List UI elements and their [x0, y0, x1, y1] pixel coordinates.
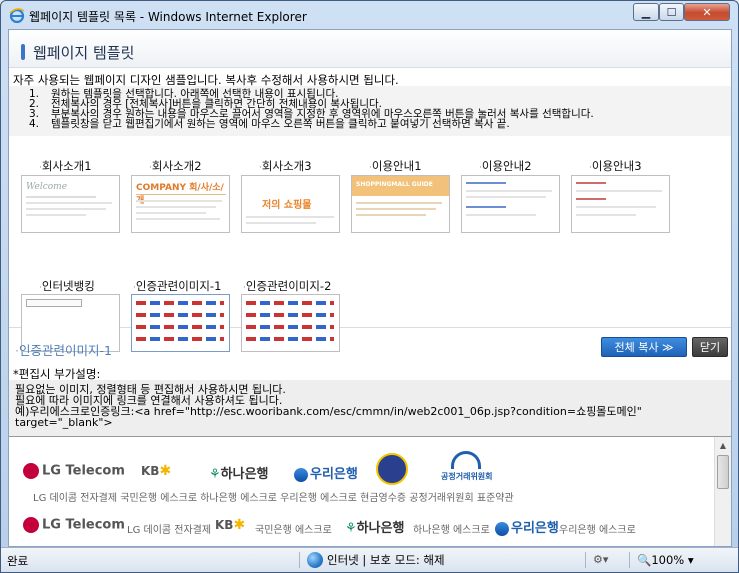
status-divider [585, 552, 586, 568]
step-4: 4. 템플릿창을 닫고 웹편집기에서 원하는 영역에 마우스 오른쪽 버튼을 클릭… [29, 118, 510, 130]
selected-template-title: ·인증관련이미지-1 [15, 343, 112, 358]
template-label[interactable]: ·인증관련이미지-1 [133, 278, 221, 294]
template-label[interactable]: ·이용안내3 [589, 158, 642, 174]
template-thumbnail[interactable]: COMPANY 회/사/소/개 [131, 175, 230, 233]
selected-template-name: 인증관련이미지-1 [18, 343, 112, 358]
memo-line: target="_blank"> [15, 416, 113, 429]
page-header: 웹페이지 템플릿 [9, 30, 731, 68]
template-label[interactable]: ·인증관련이미지-2 [243, 278, 331, 294]
memo-box: 필요없는 이미지, 정렬형태 등 편집해서 사용하시면 됩니다. 필요에 따라 … [9, 380, 731, 436]
lg-telecom-logo: LG Telecom [23, 463, 125, 479]
woori-bank-logo: 우리은행 [495, 517, 559, 536]
thumbnail-heading: COMPANY 회/사/소/개 [136, 183, 224, 206]
kb-logo: KB✱ [141, 463, 172, 479]
thumbnail-heading: SHOPPINGMALL GUIDE [356, 181, 433, 188]
zoom-value: 100% [651, 553, 685, 567]
scroll-up-icon[interactable]: ▲ [715, 437, 731, 453]
status-text: 완료 [7, 554, 29, 568]
window-title: 웹페이지 템플릿 목록 - Windows Internet Explorer [29, 10, 307, 24]
template-preview[interactable]: LG Telecom KB✱ ⚘하나은행 우리은행 공정거래위원회 LG 데이콤… [9, 436, 731, 546]
template-gallery: ·회사소개1 ·회사소개2 ·회사소개3 ·이용안내1 ·이용안내2 ·이용안내… [9, 136, 731, 352]
internet-explorer-icon [9, 8, 25, 23]
template-thumbnail[interactable]: SHOPPINGMALL GUIDE [351, 175, 450, 233]
zone-text: 인터넷 | 보호 모드: 해제 [327, 553, 445, 567]
hana-bank-logo: ⚘하나은행 [345, 521, 405, 536]
maximize-button[interactable]: ☐ [659, 3, 684, 21]
protected-mode-icon[interactable]: ⚙▾ [593, 553, 608, 566]
template-label[interactable]: ·이용안내1 [369, 158, 422, 174]
status-divider [299, 552, 300, 568]
template-label[interactable]: ·회사소개3 [259, 158, 312, 174]
template-thumbnail[interactable] [571, 175, 670, 233]
page-title: 웹페이지 템플릿 [33, 44, 135, 62]
minimize-button[interactable]: ▁ [633, 3, 659, 21]
template-thumbnail[interactable]: 저의 쇼핑몰 [241, 175, 340, 233]
instruction-steps: 1. 원하는 템플릿을 선택합니다. 아래쪽에 선택한 내용이 표시됩니다. 2.… [9, 86, 731, 136]
template-thumbnail-selected[interactable] [131, 294, 230, 352]
status-divider [629, 552, 630, 568]
logo-caption-row: LG 데이콤 전자결제 국민은행 에스크로 하나은행 에스크로 우리은행 에스크… [33, 493, 514, 504]
template-thumbnail[interactable] [461, 175, 560, 233]
fair-trade-logo: 공정거래위원회 [441, 472, 493, 481]
double-chevron-right-icon: ≫ [661, 340, 674, 354]
title-bar[interactable]: 웹페이지 템플릿 목록 - Windows Internet Explorer … [1, 1, 738, 29]
header-accent-bar [21, 44, 25, 60]
status-bar: 완료 인터넷 | 보호 모드: 해제 ⚙▾ 🔍100% ▾ [1, 547, 738, 572]
step-text: 템플릿창을 닫고 웹편집기에서 원하는 영역에 마우스 오른쪽 버튼을 클릭하고… [51, 118, 510, 130]
close-icon: ✕ [702, 5, 712, 19]
template-thumbnail[interactable] [241, 294, 340, 352]
close-button[interactable]: 닫기 [692, 337, 728, 357]
template-thumbnail[interactable]: Welcome [21, 175, 120, 233]
template-label[interactable]: ·회사소개1 [39, 158, 92, 174]
template-label[interactable]: ·이용안내2 [479, 158, 532, 174]
security-zone[interactable]: 인터넷 | 보호 모드: 해제 [307, 551, 445, 569]
fair-trade-emblem [451, 451, 481, 469]
template-label[interactable]: ·인터넷뱅킹 [39, 278, 95, 294]
step-number: 4. [29, 118, 40, 130]
logo-caption: 국민은행 에스크로 [255, 525, 332, 536]
copy-all-button[interactable]: 전체 복사 ≫ [601, 337, 687, 357]
zoom-level[interactable]: 🔍100% ▾ [637, 553, 694, 567]
page-content: 웹페이지 템플릿 자주 사용되는 웹페이지 디자인 샘플입니다. 복사후 수정해… [8, 29, 732, 547]
lg-telecom-logo: LG Telecom [23, 517, 125, 533]
close-window-button[interactable]: ✕ [684, 3, 730, 21]
hana-bank-logo: ⚘하나은행 [209, 467, 269, 482]
template-label[interactable]: ·회사소개2 [149, 158, 202, 174]
globe-icon [307, 552, 323, 568]
thumbnail-heading: Welcome [26, 182, 68, 192]
scrollbar-thumb[interactable] [717, 455, 729, 489]
woori-bank-logo: 우리은행 [294, 463, 358, 482]
minimize-icon: ▁ [641, 5, 651, 19]
logo-caption: 우리은행 에스크로 [559, 525, 636, 536]
thumbnail-heading: 저의 쇼핑몰 [262, 200, 312, 211]
vertical-scrollbar[interactable]: ▲ [714, 437, 731, 546]
kb-logo: KB✱ [215, 517, 246, 533]
browser-window: 웹페이지 템플릿 목록 - Windows Internet Explorer … [0, 0, 739, 573]
logo-caption: LG 데이콤 전자결제 [127, 525, 212, 536]
copy-all-label: 전체 복사 [614, 341, 659, 354]
logo-caption: 하나은행 에스크로 [413, 525, 490, 536]
cash-receipt-seal [376, 453, 408, 485]
maximize-icon: ☐ [666, 5, 677, 19]
magnifier-icon: 🔍 [637, 553, 652, 567]
